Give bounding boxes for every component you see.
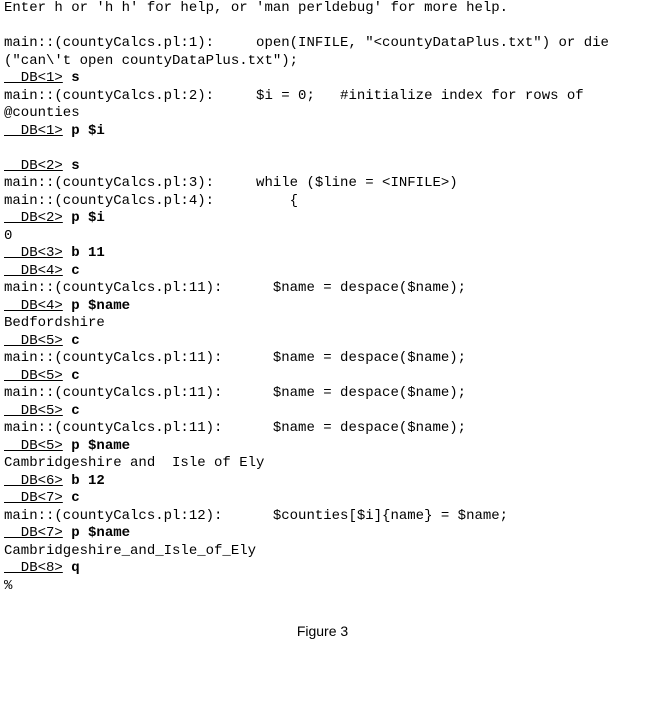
output-text: @counties bbox=[4, 105, 80, 121]
output-text: main::(countyCalcs.pl:2): $i = 0; #initi… bbox=[4, 88, 584, 104]
debugger-prompt: DB<1> bbox=[4, 123, 63, 139]
terminal-line: DB<5> p $name bbox=[4, 438, 645, 456]
output-text bbox=[63, 403, 71, 419]
output-text: main::(countyCalcs.pl:11): $name = despa… bbox=[4, 350, 466, 366]
debugger-prompt: DB<2> bbox=[4, 210, 63, 226]
debugger-prompt: DB<4> bbox=[4, 263, 63, 279]
debugger-prompt: DB<5> bbox=[4, 438, 63, 454]
user-command: b 11 bbox=[71, 245, 105, 261]
user-command: p $i bbox=[71, 123, 105, 139]
debugger-prompt: DB<7> bbox=[4, 525, 63, 541]
terminal-line: DB<4> p $name bbox=[4, 298, 645, 316]
user-command: b 12 bbox=[71, 473, 105, 489]
terminal-line: ("can\'t open countyDataPlus.txt"); bbox=[4, 53, 645, 71]
user-command: q bbox=[71, 560, 79, 576]
debugger-prompt: DB<4> bbox=[4, 298, 63, 314]
output-text: main::(countyCalcs.pl:11): $name = despa… bbox=[4, 420, 466, 436]
terminal-line: DB<7> c bbox=[4, 490, 645, 508]
user-command: c bbox=[71, 403, 79, 419]
terminal-line: @counties bbox=[4, 105, 645, 123]
output-text bbox=[63, 123, 71, 139]
user-command: c bbox=[71, 333, 79, 349]
terminal-line: DB<4> c bbox=[4, 263, 645, 281]
terminal-line: DB<1> s bbox=[4, 70, 645, 88]
output-text: 0 bbox=[4, 228, 12, 244]
user-command: s bbox=[71, 70, 79, 86]
output-text bbox=[63, 333, 71, 349]
output-text bbox=[63, 70, 71, 86]
terminal-line: Cambridgeshire_and_Isle_of_Ely bbox=[4, 543, 645, 561]
terminal-line: main::(countyCalcs.pl:11): $name = despa… bbox=[4, 350, 645, 368]
terminal-line bbox=[4, 140, 645, 158]
terminal-line: % bbox=[4, 578, 645, 596]
terminal-line: main::(countyCalcs.pl:11): $name = despa… bbox=[4, 420, 645, 438]
output-text bbox=[63, 368, 71, 384]
terminal-line: DB<2> s bbox=[4, 158, 645, 176]
user-command: c bbox=[71, 490, 79, 506]
terminal-line: DB<7> p $name bbox=[4, 525, 645, 543]
user-command: s bbox=[71, 158, 79, 174]
terminal-line: DB<5> c bbox=[4, 403, 645, 421]
terminal-line bbox=[4, 18, 645, 36]
output-text bbox=[63, 263, 71, 279]
terminal-line: main::(countyCalcs.pl:11): $name = despa… bbox=[4, 385, 645, 403]
terminal-line: 0 bbox=[4, 228, 645, 246]
output-text: Cambridgeshire and Isle of Ely bbox=[4, 455, 264, 471]
debugger-prompt: DB<7> bbox=[4, 490, 63, 506]
output-text bbox=[63, 210, 71, 226]
terminal-line: main::(countyCalcs.pl:3): while ($line =… bbox=[4, 175, 645, 193]
output-text bbox=[63, 245, 71, 261]
output-text: main::(countyCalcs.pl:11): $name = despa… bbox=[4, 280, 466, 296]
debugger-prompt: DB<6> bbox=[4, 473, 63, 489]
terminal-line: main::(countyCalcs.pl:2): $i = 0; #initi… bbox=[4, 88, 645, 106]
user-command: c bbox=[71, 368, 79, 384]
output-text: main::(countyCalcs.pl:3): while ($line =… bbox=[4, 175, 458, 191]
terminal-line: DB<1> p $i bbox=[4, 123, 645, 141]
user-command: c bbox=[71, 263, 79, 279]
output-text: Enter h or 'h h' for help, or 'man perld… bbox=[4, 0, 508, 16]
output-text: main::(countyCalcs.pl:12): $counties[$i]… bbox=[4, 508, 508, 524]
debugger-prompt: DB<5> bbox=[4, 333, 63, 349]
terminal-line: DB<3> b 11 bbox=[4, 245, 645, 263]
output-text: main::(countyCalcs.pl:1): open(INFILE, "… bbox=[4, 35, 609, 51]
debugger-prompt: DB<1> bbox=[4, 70, 63, 86]
output-text bbox=[63, 473, 71, 489]
output-text: Cambridgeshire_and_Isle_of_Ely bbox=[4, 543, 256, 559]
output-text: ("can\'t open countyDataPlus.txt"); bbox=[4, 53, 298, 69]
terminal-line: DB<8> q bbox=[4, 560, 645, 578]
output-text: Bedfordshire bbox=[4, 315, 105, 331]
terminal-line: Cambridgeshire and Isle of Ely bbox=[4, 455, 645, 473]
terminal-line: DB<2> p $i bbox=[4, 210, 645, 228]
debugger-prompt: DB<2> bbox=[4, 158, 63, 174]
terminal-line: DB<5> c bbox=[4, 333, 645, 351]
output-text bbox=[63, 158, 71, 174]
terminal-line: main::(countyCalcs.pl:12): $counties[$i]… bbox=[4, 508, 645, 526]
debugger-prompt: DB<8> bbox=[4, 560, 63, 576]
output-text bbox=[63, 438, 71, 454]
terminal-line: main::(countyCalcs.pl:11): $name = despa… bbox=[4, 280, 645, 298]
user-command: p $i bbox=[71, 210, 105, 226]
terminal-line: Bedfordshire bbox=[4, 315, 645, 333]
output-text bbox=[63, 525, 71, 541]
debugger-output: Enter h or 'h h' for help, or 'man perld… bbox=[0, 0, 645, 595]
output-text bbox=[63, 490, 71, 506]
terminal-line: main::(countyCalcs.pl:4): { bbox=[4, 193, 645, 211]
output-text bbox=[63, 560, 71, 576]
output-text: main::(countyCalcs.pl:4): { bbox=[4, 193, 298, 209]
user-command: p $name bbox=[71, 438, 130, 454]
terminal-line: DB<6> b 12 bbox=[4, 473, 645, 491]
user-command: p $name bbox=[71, 298, 130, 314]
terminal-line: main::(countyCalcs.pl:1): open(INFILE, "… bbox=[4, 35, 645, 53]
user-command: p $name bbox=[71, 525, 130, 541]
debugger-prompt: DB<5> bbox=[4, 368, 63, 384]
output-text: main::(countyCalcs.pl:11): $name = despa… bbox=[4, 385, 466, 401]
figure-caption: Figure 3 bbox=[0, 623, 645, 641]
terminal-line: Enter h or 'h h' for help, or 'man perld… bbox=[4, 0, 645, 18]
output-text: % bbox=[4, 578, 12, 594]
terminal-line: DB<5> c bbox=[4, 368, 645, 386]
debugger-prompt: DB<3> bbox=[4, 245, 63, 261]
output-text bbox=[63, 298, 71, 314]
debugger-prompt: DB<5> bbox=[4, 403, 63, 419]
